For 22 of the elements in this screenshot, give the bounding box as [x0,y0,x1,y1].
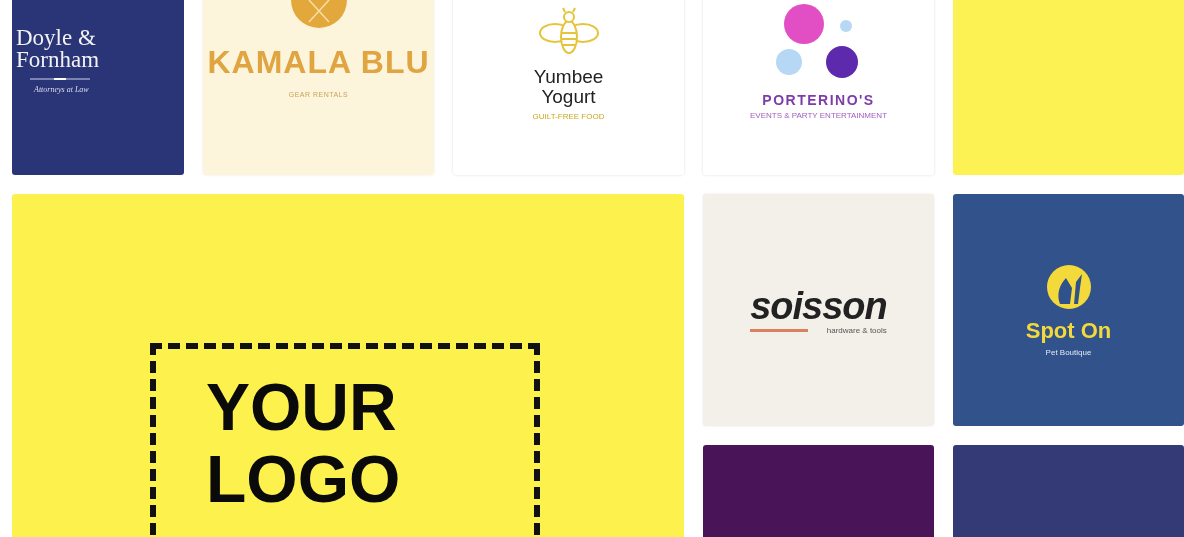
logo-name: KAMALA BLU [207,44,430,81]
your-logo-card[interactable]: YOUR LOGO [12,194,684,537]
logo-name: PORTERINO'S [762,92,875,108]
logo-template-card[interactable] [953,0,1184,175]
logo-template-card[interactable]: Spot On Pet Boutique [953,194,1184,426]
logo-template-card[interactable]: Yumbee Yogurt GUILT-FREE FOOD [453,0,684,175]
logo-name: Yumbee Yogurt [532,67,605,107]
logo-tagline: GUILT-FREE FOOD [532,112,605,121]
logo-name: Spot On [1025,317,1112,344]
ornament-rule-icon [30,77,90,81]
logo-template-card[interactable]: soisson hardware & tools [703,194,934,426]
logo-template-card[interactable]: Doyle & Fornham Attorneys at Law [12,0,184,175]
logo-tagline: EVENTS & PARTY ENTERTAINMENT [749,111,888,120]
placeholder-text: YOUR [206,371,398,443]
logo-tagline: hardware & tools [826,325,887,335]
logo-tagline: Pet Boutique [1045,347,1092,357]
underline-bar [750,328,809,332]
logo-name: soisson [750,285,887,326]
logo-name: Doyle & Fornham [16,27,101,71]
logo-tagline: Attorneys at Law [34,85,89,94]
logo-template-card[interactable]: PORTERINO'S EVENTS & PARTY ENTERTAINMENT [703,0,934,175]
placeholder-text: LOGO [206,443,402,515]
